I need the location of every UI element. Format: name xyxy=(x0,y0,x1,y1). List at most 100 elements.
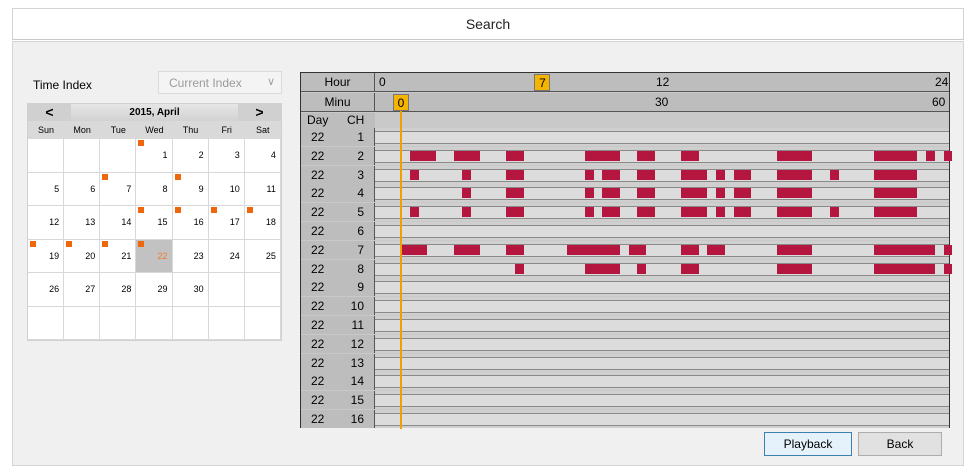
recording-segment[interactable] xyxy=(681,188,708,199)
recording-segment[interactable] xyxy=(777,169,813,180)
calendar-day[interactable]: 15 xyxy=(136,206,173,240)
recording-segment[interactable] xyxy=(777,263,813,274)
recording-segment[interactable] xyxy=(602,207,620,218)
prev-month-button[interactable]: < xyxy=(28,104,71,121)
calendar-day[interactable]: 6 xyxy=(64,172,101,206)
calendar-day[interactable]: 16 xyxy=(172,206,209,240)
calendar-day[interactable]: 2 xyxy=(172,139,209,173)
calendar-day[interactable]: 19 xyxy=(28,239,65,273)
calendar-day[interactable]: 18 xyxy=(244,206,281,240)
playback-button[interactable]: Playback xyxy=(764,432,852,456)
recording-segment[interactable] xyxy=(506,169,524,180)
minute-pointer[interactable]: 0 xyxy=(393,94,409,111)
recording-segment[interactable] xyxy=(628,244,646,255)
calendar-day[interactable]: 7 xyxy=(100,172,137,206)
recording-segment[interactable] xyxy=(681,207,708,218)
recording-segment[interactable] xyxy=(873,244,935,255)
calendar-day[interactable]: 14 xyxy=(100,206,137,240)
recording-segment[interactable] xyxy=(681,150,699,161)
recording-segment[interactable] xyxy=(637,207,655,218)
recording-segment[interactable] xyxy=(716,207,725,218)
recording-segment[interactable] xyxy=(637,169,655,180)
recording-segment[interactable] xyxy=(681,263,699,274)
recording-track[interactable] xyxy=(375,334,949,353)
recording-segment[interactable] xyxy=(943,150,953,161)
recording-track[interactable] xyxy=(375,222,949,240)
recording-segment[interactable] xyxy=(401,244,428,255)
calendar-day[interactable]: 21 xyxy=(100,239,137,273)
calendar-day[interactable]: 4 xyxy=(244,139,281,173)
recording-track[interactable] xyxy=(375,184,949,203)
calendar-day[interactable]: 23 xyxy=(172,239,209,273)
recording-segment[interactable] xyxy=(506,244,524,255)
calendar-day[interactable]: 26 xyxy=(28,273,65,307)
recording-segment[interactable] xyxy=(602,188,620,199)
recording-segment[interactable] xyxy=(873,188,918,199)
recording-track[interactable] xyxy=(375,372,949,391)
recording-segment[interactable] xyxy=(829,169,839,180)
recording-segment[interactable] xyxy=(873,150,918,161)
recording-segment[interactable] xyxy=(514,263,524,274)
calendar-day[interactable]: 25 xyxy=(244,239,281,273)
recording-segment[interactable] xyxy=(462,188,471,199)
recording-segment[interactable] xyxy=(584,263,620,274)
recording-segment[interactable] xyxy=(637,263,646,274)
recording-segment[interactable] xyxy=(409,150,436,161)
recording-segment[interactable] xyxy=(943,263,953,274)
recording-track[interactable] xyxy=(375,410,949,428)
recording-segment[interactable] xyxy=(733,207,751,218)
calendar-day[interactable]: 28 xyxy=(100,273,137,307)
recording-track[interactable] xyxy=(375,203,949,222)
calendar-day[interactable]: 24 xyxy=(208,239,245,273)
recording-segment[interactable] xyxy=(584,207,594,218)
recording-segment[interactable] xyxy=(777,244,813,255)
calendar-day[interactable]: 20 xyxy=(64,239,101,273)
recording-segment[interactable] xyxy=(681,169,708,180)
calendar-day[interactable]: 30 xyxy=(172,273,209,307)
recording-segment[interactable] xyxy=(462,207,471,218)
recording-segment[interactable] xyxy=(506,188,524,199)
back-button[interactable]: Back xyxy=(858,432,942,456)
calendar-day[interactable]: 1 xyxy=(136,139,173,173)
recording-segment[interactable] xyxy=(681,244,699,255)
recording-segment[interactable] xyxy=(506,150,524,161)
calendar-day[interactable]: 13 xyxy=(64,206,101,240)
recording-segment[interactable] xyxy=(873,169,918,180)
recording-track[interactable] xyxy=(375,240,953,259)
recording-track[interactable] xyxy=(375,297,949,316)
time-index-select[interactable]: Current Index ∨ xyxy=(158,71,282,94)
calendar-day[interactable]: 27 xyxy=(64,273,101,307)
recording-segment[interactable] xyxy=(409,207,419,218)
recording-track[interactable] xyxy=(375,278,949,297)
recording-track[interactable] xyxy=(375,146,953,165)
calendar-day[interactable]: 3 xyxy=(208,139,245,173)
recording-segment[interactable] xyxy=(584,188,594,199)
recording-segment[interactable] xyxy=(453,150,480,161)
calendar-day[interactable]: 11 xyxy=(244,172,281,206)
recording-segment[interactable] xyxy=(409,169,419,180)
recording-segment[interactable] xyxy=(777,150,813,161)
recording-segment[interactable] xyxy=(707,244,725,255)
calendar-day[interactable]: 8 xyxy=(136,172,173,206)
next-month-button[interactable]: > xyxy=(238,104,281,121)
recording-segment[interactable] xyxy=(926,150,935,161)
recording-segment[interactable] xyxy=(584,169,594,180)
recording-segment[interactable] xyxy=(637,188,655,199)
calendar-day[interactable]: 12 xyxy=(28,206,65,240)
recording-track[interactable] xyxy=(375,128,949,146)
recording-track[interactable] xyxy=(375,353,949,372)
recording-track[interactable] xyxy=(375,316,949,334)
calendar-day[interactable]: 22 xyxy=(136,239,173,273)
recording-segment[interactable] xyxy=(506,207,524,218)
calendar-day[interactable]: 29 xyxy=(136,273,173,307)
recording-track[interactable] xyxy=(375,259,953,278)
recording-segment[interactable] xyxy=(943,244,953,255)
calendar-day[interactable]: 10 xyxy=(208,172,245,206)
recording-track[interactable] xyxy=(375,165,949,184)
recording-segment[interactable] xyxy=(733,169,751,180)
recording-segment[interactable] xyxy=(567,244,620,255)
calendar-day[interactable]: 5 xyxy=(28,172,65,206)
recording-segment[interactable] xyxy=(733,188,751,199)
recording-segment[interactable] xyxy=(716,188,725,199)
timeline[interactable]: Hour 0 12 24 7 Minu 30 60 0 Day CH 22 1 22 2 22 3 2… xyxy=(300,72,953,429)
